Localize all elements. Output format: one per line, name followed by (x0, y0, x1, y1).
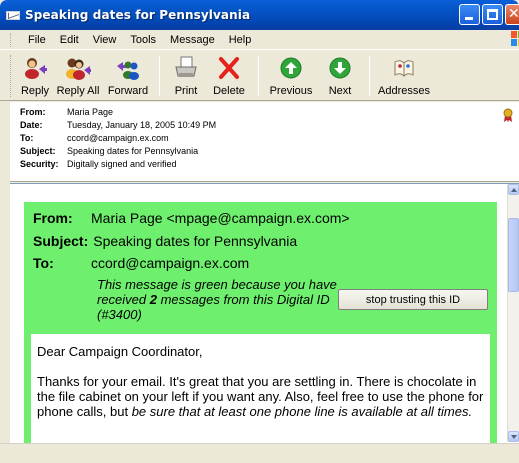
forward-icon (115, 56, 141, 80)
trust-from-label: From: (33, 210, 73, 226)
delete-button[interactable]: Delete (206, 51, 252, 99)
menu-tools[interactable]: Tools (123, 34, 163, 46)
addresses-icon (391, 56, 417, 80)
previous-button[interactable]: Previous (265, 51, 317, 99)
menu-view[interactable]: View (86, 34, 124, 46)
print-button[interactable]: Print (166, 51, 206, 99)
minimize-button[interactable] (459, 4, 480, 25)
maximize-icon (487, 9, 498, 20)
menu-help[interactable]: Help (222, 34, 259, 46)
menu-file[interactable]: File (21, 34, 53, 46)
date-label: Date: (20, 120, 43, 130)
forward-label: Forward (107, 85, 149, 97)
minimize-icon (465, 17, 473, 20)
reply-all-icon (65, 56, 91, 80)
windows-logo-icon (511, 30, 519, 48)
next-label: Next (328, 85, 352, 97)
paragraph-emphasis: be sure that at least one phone line is … (131, 404, 473, 419)
trust-to-label: To: (33, 255, 54, 271)
print-label: Print (174, 85, 198, 97)
header-subject-row: Subject: Speaking dates for Pennsylvania (20, 145, 519, 158)
reply-all-button[interactable]: Reply All (53, 51, 103, 99)
trust-subject-value: Speaking dates for Pennsylvania (93, 233, 298, 249)
toolbar: Reply Reply All Forward Print Delete Pre… (0, 51, 519, 101)
toolbar-separator (159, 56, 160, 96)
next-icon (327, 56, 353, 80)
menu-edit[interactable]: Edit (53, 34, 86, 46)
next-button[interactable]: Next (317, 51, 363, 99)
menu-message[interactable]: Message (163, 34, 222, 46)
subject-value: Speaking dates for Pennsylvania (67, 146, 199, 156)
reply-label: Reply (20, 85, 50, 97)
message-body-frame: From: Maria Page <mpage@campaign.ex.com>… (10, 183, 519, 444)
scroll-up-arrow-icon[interactable] (508, 184, 519, 195)
trust-to-row: To: ccord@campaign.ex.com (33, 255, 249, 271)
scroll-down-arrow-icon[interactable] (508, 431, 519, 442)
maximize-button[interactable] (482, 4, 503, 25)
print-icon (173, 56, 199, 80)
scroll-thumb[interactable] (508, 218, 519, 292)
addresses-label: Addresses (378, 85, 430, 97)
title-bar[interactable]: Speaking dates for Pennsylvania ✕ (0, 0, 519, 30)
toolbar-separator (369, 56, 370, 96)
date-value: Tuesday, January 18, 2005 10:49 PM (67, 120, 217, 130)
close-button[interactable]: ✕ (505, 4, 519, 25)
message-header-pane: From: Maria Page Date: Tuesday, January … (10, 102, 519, 182)
header-security-row: Security: Digitally signed and verified (20, 158, 519, 171)
to-value[interactable]: ccord@campaign.ex.com (67, 132, 169, 145)
previous-label: Previous (269, 85, 313, 97)
header-to-row: To: ccord@campaign.ex.com (20, 132, 519, 145)
reply-button[interactable]: Reply (17, 51, 53, 99)
message-text: Dear Campaign Coordinator, Thanks for yo… (31, 334, 490, 444)
message-paragraph: Thanks for your email. It's great that y… (37, 374, 490, 419)
delete-icon (216, 56, 242, 80)
trust-to-value: ccord@campaign.ex.com (91, 255, 250, 271)
forward-button[interactable]: Forward (103, 51, 153, 99)
previous-icon (278, 56, 304, 80)
reply-icon (22, 56, 48, 80)
addresses-button[interactable]: Addresses (376, 51, 432, 99)
trust-message-count: 2 (149, 292, 157, 307)
message-envelope-icon (6, 9, 20, 21)
digital-signature-ribbon-icon[interactable] (503, 108, 513, 122)
trust-from-value: Maria Page <mpage@campaign.ex.com> (91, 210, 350, 226)
trust-subject-label: Subject: (33, 233, 89, 249)
trust-explanation: This message is green because you have r… (97, 277, 347, 322)
toolbar-grip[interactable] (10, 55, 13, 97)
from-value[interactable]: Maria Page (67, 106, 113, 119)
trusted-sender-box: From: Maria Page <mpage@campaign.ex.com>… (24, 202, 497, 444)
from-label: From: (20, 107, 46, 117)
trust-from-row: From: Maria Page <mpage@campaign.ex.com> (33, 210, 350, 226)
greeting: Dear Campaign Coordinator, (37, 344, 203, 359)
subject-label: Subject: (20, 146, 56, 156)
to-label: To: (20, 133, 34, 143)
trust-subject-row: Subject: Speaking dates for Pennsylvania (33, 233, 297, 249)
close-icon: ✕ (508, 6, 519, 22)
security-label: Security: (20, 159, 59, 169)
reply-all-label: Reply All (56, 85, 100, 97)
header-from-row: From: Maria Page (20, 106, 519, 119)
delete-label: Delete (213, 85, 245, 97)
security-value: Digitally signed and verified (67, 159, 177, 169)
window-title: Speaking dates for Pennsylvania (25, 8, 251, 22)
menu-bar: File Edit View Tools Message Help (0, 30, 519, 50)
toolbar-separator (258, 56, 259, 96)
vertical-scrollbar[interactable] (507, 184, 519, 442)
status-bar (0, 443, 519, 463)
header-date-row: Date: Tuesday, January 18, 2005 10:49 PM (20, 119, 519, 132)
menu-grip[interactable] (10, 32, 13, 47)
stop-trusting-button[interactable]: stop trusting this ID (338, 289, 488, 310)
